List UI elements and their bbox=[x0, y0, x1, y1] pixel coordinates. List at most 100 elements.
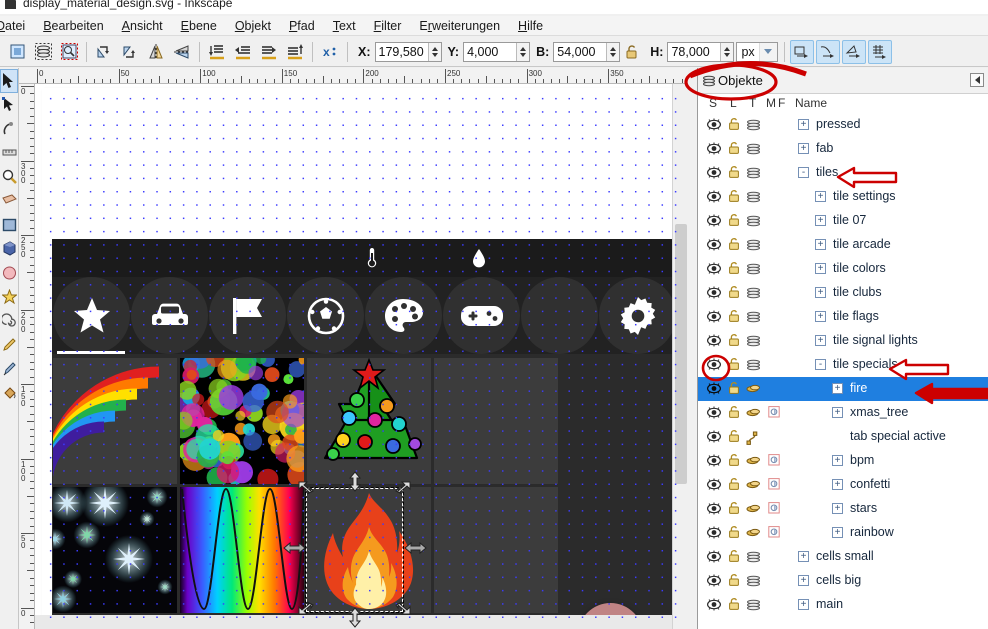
object-type-icon[interactable] bbox=[746, 191, 761, 203]
object-row[interactable]: + cells small bbox=[698, 545, 988, 569]
expander-toggle[interactable]: + bbox=[815, 215, 826, 226]
object-row[interactable]: + tile colors bbox=[698, 257, 988, 281]
height-stepper[interactable] bbox=[720, 42, 734, 61]
object-type-icon[interactable] bbox=[746, 407, 761, 419]
width-field[interactable] bbox=[553, 41, 621, 62]
scale-handle-topright[interactable] bbox=[395, 481, 411, 498]
fill-swatch[interactable] bbox=[782, 332, 793, 350]
tile-rainbow[interactable] bbox=[53, 358, 177, 484]
node-tool[interactable] bbox=[0, 93, 18, 117]
select-all-layers-button[interactable] bbox=[31, 40, 55, 64]
object-row[interactable]: + confetti bbox=[698, 473, 988, 497]
object-type-icon[interactable] bbox=[746, 527, 761, 539]
scale-handle-top[interactable] bbox=[347, 471, 363, 495]
object-row[interactable]: + tile signal lights bbox=[698, 329, 988, 353]
object-row[interactable]: + fire bbox=[698, 377, 988, 401]
fill-swatch[interactable] bbox=[782, 452, 793, 470]
objects-row-list[interactable]: + pressed + fab - tiles + tile settings + tile 07… bbox=[698, 113, 988, 629]
visibility-eye-icon[interactable] bbox=[706, 382, 722, 395]
fill-swatch[interactable] bbox=[782, 308, 793, 326]
lock-icon[interactable] bbox=[728, 573, 740, 587]
visibility-eye-icon[interactable] bbox=[706, 286, 722, 299]
fill-swatch[interactable] bbox=[782, 572, 793, 590]
visibility-eye-icon[interactable] bbox=[706, 478, 722, 491]
expander-toggle[interactable]: + bbox=[832, 407, 843, 418]
visibility-eye-icon[interactable] bbox=[706, 454, 722, 467]
tab-clubs[interactable] bbox=[287, 277, 364, 354]
scale-handle-right[interactable] bbox=[404, 540, 427, 559]
y-input[interactable] bbox=[464, 42, 517, 61]
fill-swatch[interactable] bbox=[782, 476, 793, 494]
menu-text[interactable]: Text bbox=[324, 17, 365, 35]
visibility-eye-icon[interactable] bbox=[706, 406, 722, 419]
object-type-icon[interactable] bbox=[746, 431, 761, 445]
tab-empty[interactable] bbox=[521, 277, 598, 354]
expander-toggle[interactable]: + bbox=[798, 575, 809, 586]
x-field[interactable] bbox=[374, 41, 442, 62]
pencil-tool[interactable] bbox=[0, 333, 18, 357]
canvas[interactable] bbox=[35, 84, 688, 629]
visibility-eye-icon[interactable] bbox=[706, 142, 722, 155]
menu-bearbeiten[interactable]: Bearbeiten bbox=[34, 17, 112, 35]
selector-tool[interactable] bbox=[0, 69, 18, 93]
scale-handle-bottomright[interactable] bbox=[395, 601, 411, 618]
deselect-button[interactable]: x bbox=[318, 40, 342, 64]
object-row[interactable]: + tile clubs bbox=[698, 281, 988, 305]
zoom-tool[interactable] bbox=[0, 165, 18, 189]
visibility-eye-icon[interactable] bbox=[706, 502, 722, 515]
object-type-icon[interactable] bbox=[746, 215, 761, 227]
lock-icon[interactable] bbox=[728, 141, 740, 155]
tile-stars[interactable] bbox=[53, 487, 177, 613]
object-row[interactable]: + tile flags bbox=[698, 305, 988, 329]
vertical-ruler[interactable]: 0 300 250 200 150 100 50 0 bbox=[19, 84, 35, 629]
object-type-icon[interactable] bbox=[746, 239, 761, 251]
expander-toggle[interactable]: + bbox=[815, 191, 826, 202]
object-type-icon[interactable] bbox=[746, 287, 761, 299]
fill-swatch[interactable] bbox=[782, 116, 793, 134]
tweak-tool[interactable] bbox=[0, 117, 18, 141]
object-type-icon[interactable] bbox=[746, 575, 761, 587]
fill-swatch[interactable] bbox=[782, 500, 793, 518]
lock-icon[interactable] bbox=[728, 213, 740, 227]
rectangle-tool-2[interactable] bbox=[0, 213, 18, 237]
expander-toggle[interactable]: + bbox=[832, 455, 843, 466]
lock-icon[interactable] bbox=[728, 357, 740, 371]
height-field[interactable] bbox=[667, 41, 735, 62]
lock-icon[interactable] bbox=[728, 333, 740, 347]
visibility-eye-icon[interactable] bbox=[706, 118, 722, 131]
visibility-eye-icon[interactable] bbox=[706, 358, 722, 371]
object-row[interactable]: - tile specials bbox=[698, 353, 988, 377]
rectangle-tool[interactable] bbox=[0, 189, 18, 213]
fill-swatch[interactable] bbox=[782, 236, 793, 254]
tab-colors[interactable] bbox=[365, 277, 442, 354]
width-input[interactable] bbox=[554, 42, 607, 61]
fill-swatch[interactable] bbox=[782, 404, 793, 422]
mask-icon[interactable] bbox=[768, 477, 780, 491]
expander-toggle[interactable]: + bbox=[832, 527, 843, 538]
object-row[interactable]: + cells big bbox=[698, 569, 988, 593]
lock-icon[interactable] bbox=[728, 285, 740, 299]
visibility-eye-icon[interactable] bbox=[706, 550, 722, 563]
object-row[interactable]: + tile settings bbox=[698, 185, 988, 209]
mask-icon[interactable] bbox=[768, 453, 780, 467]
object-type-icon[interactable] bbox=[746, 167, 761, 179]
lock-icon[interactable] bbox=[728, 237, 740, 251]
menu-pfad[interactable]: Pfad bbox=[280, 17, 324, 35]
lock-icon[interactable] bbox=[728, 309, 740, 323]
mask-icon[interactable] bbox=[768, 405, 780, 419]
object-type-icon[interactable] bbox=[746, 551, 761, 563]
lock-icon[interactable] bbox=[728, 189, 740, 203]
raise-button[interactable] bbox=[257, 40, 281, 64]
expander-toggle[interactable]: + bbox=[832, 503, 843, 514]
mask-icon[interactable] bbox=[768, 501, 780, 515]
fill-swatch[interactable] bbox=[782, 356, 793, 374]
fill-swatch[interactable] bbox=[782, 596, 793, 614]
paint-bucket-tool[interactable] bbox=[0, 381, 18, 405]
y-field[interactable] bbox=[463, 41, 531, 62]
lock-ratio-icon[interactable] bbox=[624, 43, 640, 61]
lock-icon[interactable] bbox=[728, 381, 740, 395]
collapse-left-icon[interactable] bbox=[970, 73, 984, 87]
x-input[interactable] bbox=[375, 42, 428, 61]
object-type-icon[interactable] bbox=[746, 311, 761, 323]
object-type-icon[interactable] bbox=[746, 335, 761, 347]
